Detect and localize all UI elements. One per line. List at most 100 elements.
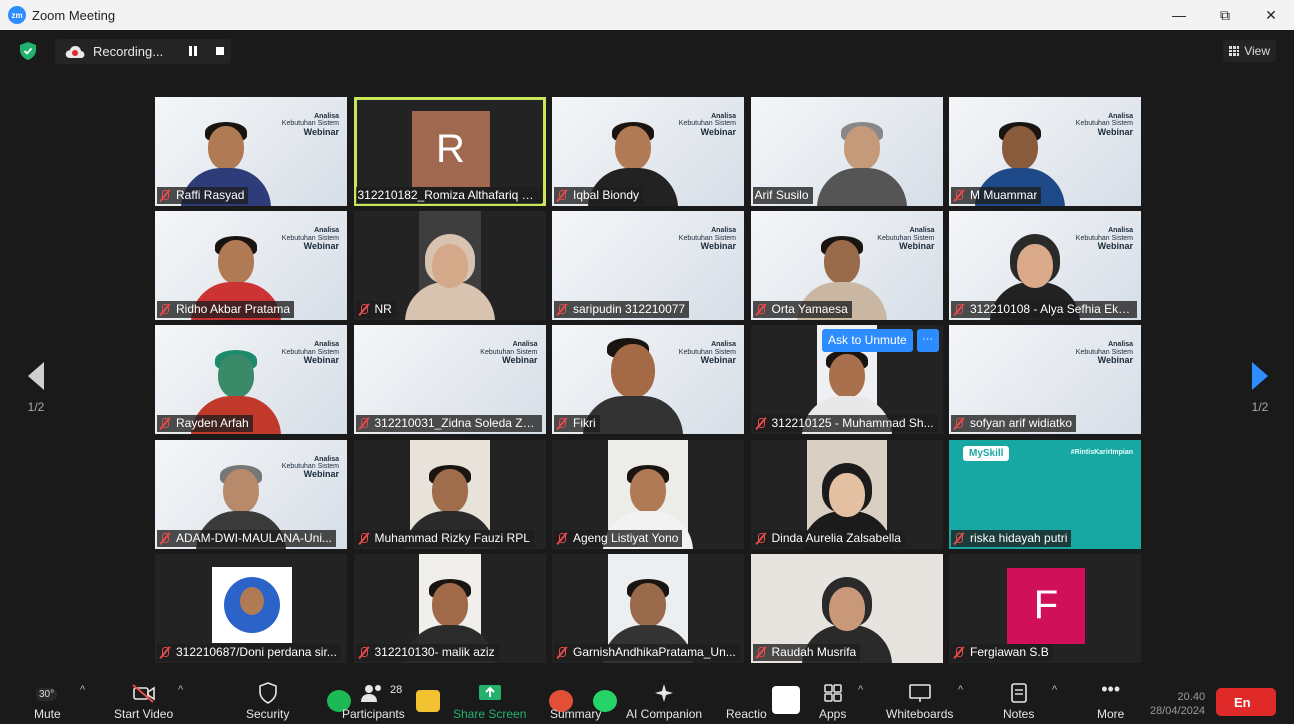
video-tile[interactable]: Analisa Kebutuhan Sistem Webinar Rayden Ar… (155, 325, 347, 435)
zoom-meeting-window: zm Zoom Meeting — ⧉ ✕ Recording... View (0, 0, 1294, 724)
video-tile[interactable]: GarnishAndhikaPratama_Un... (552, 553, 744, 663)
video-tile[interactable]: Analisa Kebutuhan Sistem Webinar Orta Yama… (750, 211, 943, 321)
video-tile[interactable]: Arif Susilo (750, 97, 943, 206)
mic-muted-icon (953, 417, 965, 430)
reactions-button[interactable]: Reactio (726, 682, 767, 724)
video-tile[interactable]: NR (353, 211, 546, 321)
mic-muted-icon (556, 646, 568, 659)
video-tile[interactable]: Analisa Kebutuhan Sistem Webinar ADAM-DWI-… (155, 439, 347, 549)
next-page-button[interactable]: 1/2 (1240, 362, 1280, 414)
more-button[interactable]: ••• More (1097, 680, 1124, 724)
page-indicator-right: 1/2 (1251, 400, 1269, 414)
video-tile[interactable]: Raudah Musrifa (750, 553, 943, 663)
virtual-background-text: Analisa Kebutuhan Sistem Webinar (1075, 341, 1133, 366)
chevron-left-icon (28, 362, 44, 390)
clock-time: 20.40 (1177, 691, 1206, 703)
encryption-shield-icon[interactable] (20, 42, 36, 60)
participant-name-tag: Orta Yamaesa (752, 301, 852, 319)
participant-name-tag: saripudin 312210077 (554, 301, 690, 319)
participant-video (816, 122, 907, 206)
summary-icon (563, 682, 589, 704)
security-button[interactable]: Security (246, 682, 289, 724)
cloud-recording-icon (65, 45, 85, 58)
video-tile[interactable]: Dinda Aurelia Zalsabella (750, 439, 943, 549)
participant-name-tag: Arif Susilo (752, 187, 813, 204)
video-tile[interactable]: Analisa Kebutuhan Sistem Webinar Iqbal Bio… (552, 97, 744, 206)
mic-muted-icon (358, 303, 370, 316)
end-meeting-button[interactable]: En (1216, 688, 1276, 716)
share-screen-button[interactable]: Share Screen (453, 682, 526, 724)
mic-muted-icon (755, 417, 767, 430)
whiteboards-options-caret[interactable]: ^ (958, 684, 963, 696)
participant-name-tag: Ridho Akbar Pratama (157, 301, 295, 319)
stop-recording-button[interactable] (216, 47, 224, 55)
video-tile-active-speaker[interactable]: R 312210182_Romiza Althafariq K... (353, 97, 546, 206)
video-tile[interactable]: Analisa Kebutuhan Sistem Webinar Raffi Ras… (155, 97, 347, 206)
video-tile[interactable]: Ageng Listiyat Yono (552, 439, 744, 549)
chevron-right-icon (1252, 362, 1268, 390)
video-tile[interactable]: 312210687/Doni perdana sir... (155, 553, 347, 663)
virtual-background-text: Analisa Kebutuhan Sistem Webinar (1075, 113, 1133, 137)
mute-button[interactable]: Mute (34, 682, 61, 724)
mic-muted-icon (159, 646, 171, 659)
page-indicator-left: 1/2 (27, 400, 45, 414)
mic-muted-icon (953, 532, 965, 545)
start-video-button[interactable]: Start Video (114, 682, 173, 724)
notes-button[interactable]: Notes (1003, 682, 1034, 724)
whiteboards-button[interactable]: Whiteboards (886, 682, 953, 724)
mic-muted-icon (358, 532, 370, 545)
emoji-icon (733, 682, 759, 704)
recording-indicator[interactable]: Recording... (55, 39, 231, 64)
apps-button[interactable]: Apps (819, 682, 846, 724)
audio-options-caret[interactable]: ^ (80, 684, 85, 696)
mic-muted-icon (159, 303, 171, 316)
ai-companion-button[interactable]: AI Companion (626, 682, 702, 724)
tile-more-options-button[interactable]: ··· (916, 329, 939, 352)
video-tile[interactable]: Analisa Kebutuhan Sistem Webinar Fikri (552, 325, 744, 435)
pause-recording-button[interactable] (189, 46, 199, 56)
participant-name-tag: 312210125 - Muhammad Sh... (752, 415, 938, 433)
file-explorer-icon[interactable] (416, 690, 440, 712)
participant-name-tag: Muhammad Rizky Fauzi RPL (355, 529, 534, 547)
participant-name-tag: Rayden Arfah (157, 415, 253, 433)
close-button[interactable]: ✕ (1248, 0, 1294, 30)
participant-name-tag: Dinda Aurelia Zalsabella (752, 529, 905, 547)
zoom-app-icon[interactable] (772, 686, 800, 714)
video-tile[interactable]: Analisa Kebutuhan Sistem Webinar sofyan ar… (949, 325, 1141, 435)
window-controls: — ⧉ ✕ (1156, 0, 1294, 30)
participant-name-tag: ADAM-DWI-MAULANA-Uni... (157, 529, 337, 547)
video-tile[interactable]: Analisa Kebutuhan Sistem Webinar Ridho Akb… (155, 211, 347, 321)
video-tile[interactable]: Muhammad Rizky Fauzi RPL (353, 439, 546, 549)
video-tile[interactable]: F Fergiawan S.B (949, 553, 1141, 663)
video-tile[interactable]: Analisa Kebutuhan Sistem Webinar 312210108… (949, 211, 1141, 321)
participant-name-tag: Iqbal Biondy (554, 187, 644, 204)
virtual-background-text: Analisa Kebutuhan Sistem Webinar (678, 341, 736, 366)
video-tile[interactable]: Analisa Kebutuhan Sistem Webinar M Muammar (949, 97, 1141, 206)
video-tile[interactable]: Analisa Kebutuhan Sistem Webinar 312210031… (353, 325, 546, 435)
view-button[interactable]: View (1223, 40, 1276, 62)
maximize-button[interactable]: ⧉ (1202, 0, 1248, 30)
participant-name-tag: 312210130- malik aziz (355, 643, 499, 661)
whiteboard-icon (908, 684, 931, 702)
mic-muted-icon (953, 303, 965, 316)
grid-view-icon (1229, 46, 1240, 56)
video-tile[interactable]: 312210130- malik aziz (353, 553, 546, 663)
minimize-button[interactable]: — (1156, 0, 1202, 30)
mic-muted-icon (556, 189, 568, 202)
apps-options-caret[interactable]: ^ (858, 684, 863, 696)
whatsapp-icon[interactable] (593, 690, 617, 712)
virtual-background-text: Analisa Kebutuhan Sistem Webinar (281, 227, 339, 251)
recording-label: Recording... (93, 44, 164, 59)
previous-page-button[interactable]: 1/2 (16, 362, 56, 414)
mic-muted-icon (159, 417, 171, 430)
ask-to-unmute-button[interactable]: Ask to Unmute (822, 329, 913, 352)
apps-icon (823, 684, 842, 702)
notes-options-caret[interactable]: ^ (1052, 684, 1057, 696)
sparkle-icon (655, 684, 674, 702)
participant-name-tag: Fikri (554, 415, 600, 433)
mic-muted-icon (953, 646, 965, 659)
video-tile[interactable]: Analisa Kebutuhan Sistem Webinar saripudin… (552, 211, 744, 321)
virtual-background-text: Analisa Kebutuhan Sistem Webinar (678, 227, 736, 251)
video-tile[interactable]: MySkill #RintisKarirImpian riska hidayah… (949, 439, 1141, 549)
video-options-caret[interactable]: ^ (178, 684, 183, 696)
